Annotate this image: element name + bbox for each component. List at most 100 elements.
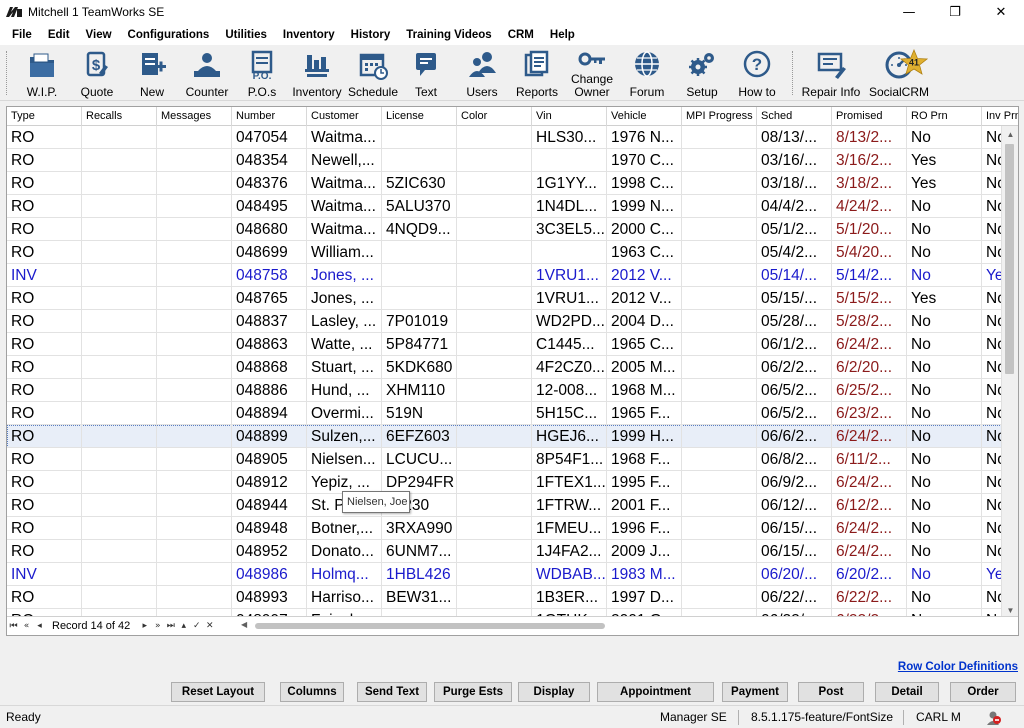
horizontal-scrollbar[interactable]: ◀ <box>241 620 1011 632</box>
user-status-icon[interactable] <box>984 709 1002 727</box>
table-row[interactable]: RO 048354 Newell,... 1970 C... 03/16/... 3/16… <box>7 149 1018 172</box>
toolbar-p-o-s-button[interactable]: P.O. P.O.s <box>241 47 283 99</box>
horizontal-scroll-thumb[interactable] <box>255 623 605 629</box>
cancel-edit-icon[interactable]: ✕ <box>203 621 216 631</box>
menu-configurations[interactable]: Configurations <box>120 29 218 41</box>
menu-help[interactable]: Help <box>542 29 583 41</box>
table-row[interactable]: INV 048986 Holmq... 1HBL426 WDBAB... 1983 M..… <box>7 563 1018 586</box>
menu-training-videos[interactable]: Training Videos <box>398 29 499 41</box>
table-row[interactable]: RO 048837 Lasley, ... 7P01019 WD2PD... 2004 D… <box>7 310 1018 333</box>
menu-view[interactable]: View <box>78 29 120 41</box>
next-page-icon[interactable]: » <box>151 621 164 631</box>
detail-button[interactable]: Detail <box>875 682 939 702</box>
order-button[interactable]: Order <box>950 682 1016 702</box>
table-row[interactable]: RO 048894 Overmi... 519N 5H15C... 1965 F... 06… <box>7 402 1018 425</box>
vertical-scrollbar[interactable]: ▲ ▼ <box>1001 126 1018 618</box>
toolbar-users-button[interactable]: Users <box>462 47 502 99</box>
table-row[interactable]: RO 047054 Waitma... HLS30... 1976 N... 08/13/… <box>7 126 1018 149</box>
toolbar-grip[interactable] <box>792 51 795 95</box>
cell-type: RO <box>7 471 82 494</box>
cell-promised: 3/18/2... <box>832 172 907 195</box>
table-row[interactable]: RO 048886 Hund, ... XHM110 12-008... 1968 M..… <box>7 379 1018 402</box>
table-row[interactable]: RO 048868 Stuart, ... 5KDK680 4F2CZ0... 2005 … <box>7 356 1018 379</box>
scroll-left-icon[interactable]: ◀ <box>241 620 247 629</box>
payment-button[interactable]: Payment <box>722 682 788 702</box>
column-header-inv-prn[interactable]: Inv Prn <box>982 107 1018 126</box>
cell-recalls <box>82 126 157 149</box>
work-order-grid[interactable]: Type Recalls Messages Number Customer License… <box>6 106 1019 636</box>
row-color-definitions-link[interactable]: Row Color Definitions <box>898 661 1018 673</box>
notification-star-icon[interactable]: 41 <box>900 49 928 75</box>
toolbar-counter-button[interactable]: Counter <box>184 47 230 99</box>
column-header-promised[interactable]: Promised <box>832 107 907 126</box>
columns-button[interactable]: Columns <box>280 682 344 702</box>
post-edit-icon[interactable]: ✓ <box>190 621 203 631</box>
restore-button[interactable]: ❐ <box>932 0 978 24</box>
menu-inventory[interactable]: Inventory <box>275 29 343 41</box>
toolbar-schedule-button[interactable]: Schedule <box>347 47 399 99</box>
toolbar-grip[interactable] <box>6 51 9 95</box>
close-button[interactable]: ✕ <box>978 0 1024 24</box>
menu-utilities[interactable]: Utilities <box>217 29 275 41</box>
post-button[interactable]: Post <box>798 682 864 702</box>
prev-record-icon[interactable]: ◂ <box>33 621 46 631</box>
table-row[interactable]: RO 048993 Harriso... BEW31... 1B3ER... 1997 D… <box>7 586 1018 609</box>
column-header-license[interactable]: License <box>382 107 457 126</box>
table-row[interactable]: INV 048758 Jones, ... 1VRU1... 2012 V... 05/1… <box>7 264 1018 287</box>
table-row[interactable]: RO 048912 Yepiz, ... DP294FR 1FTEX1... 1995 F… <box>7 471 1018 494</box>
column-header-messages[interactable]: Messages <box>157 107 232 126</box>
minimize-button[interactable]: — <box>886 0 932 24</box>
menu-history[interactable]: History <box>343 29 399 41</box>
insert-record-icon[interactable]: ▴ <box>177 621 190 631</box>
display-button[interactable]: Display <box>518 682 590 702</box>
next-record-icon[interactable]: ▸ <box>138 621 151 631</box>
column-header-vin[interactable]: Vin <box>532 107 607 126</box>
calendar-icon <box>359 53 388 80</box>
cell-promised: 6/11/2... <box>832 448 907 471</box>
toolbar-reports-button[interactable]: Reports <box>515 47 559 99</box>
toolbar-inventory-button[interactable]: Inventory <box>292 47 342 99</box>
vertical-scroll-thumb[interactable] <box>1005 144 1014 374</box>
column-header-number[interactable]: Number <box>232 107 307 126</box>
table-row[interactable]: RO 048905 Nielsen... LCUCU... 8P54F1... 1968 … <box>7 448 1018 471</box>
column-header-mpi-progress[interactable]: MPI Progress <box>682 107 757 126</box>
toolbar-w-i-p-button[interactable]: W.I.P. <box>21 47 63 99</box>
last-record-icon[interactable]: ⏭ <box>164 621 177 631</box>
column-header-color[interactable]: Color <box>457 107 532 126</box>
table-row[interactable]: RO 048948 Botner,... 3RXA990 1FMEU... 1996 F.… <box>7 517 1018 540</box>
column-header-sched[interactable]: Sched <box>757 107 832 126</box>
column-header-vehicle[interactable]: Vehicle <box>607 107 682 126</box>
scroll-up-icon[interactable]: ▲ <box>1002 126 1018 142</box>
table-row[interactable]: RO 048765 Jones, ... 1VRU1... 2012 V... 05/15… <box>7 287 1018 310</box>
column-header-recalls[interactable]: Recalls <box>82 107 157 126</box>
menu-crm[interactable]: CRM <box>500 29 542 41</box>
purge-ests-button[interactable]: Purge Ests <box>434 682 512 702</box>
toolbar-repair-info-button[interactable]: Repair Info <box>801 47 861 99</box>
column-header-ro-prn[interactable]: RO Prn <box>907 107 982 126</box>
toolbar-forum-button[interactable]: Forum <box>625 47 669 99</box>
table-row[interactable]: RO 048899 Sulzen,... 6EFZ603 HGEJ6... 1999 H.… <box>7 425 1018 448</box>
menu-edit[interactable]: Edit <box>40 29 78 41</box>
table-row[interactable]: RO 048699 William... 1963 C... 05/4/2... 5/4/… <box>7 241 1018 264</box>
send-text-button[interactable]: Send Text <box>357 682 427 702</box>
table-row[interactable]: RO 048863 Watte, ... 5P84771 C1445... 1965 C.… <box>7 333 1018 356</box>
prev-page-icon[interactable]: « <box>20 621 33 631</box>
toolbar-change-owner-button[interactable]: Change Owner <box>568 47 616 99</box>
appointment-button[interactable]: Appointment <box>597 682 714 702</box>
table-row[interactable]: RO 048680 Waitma... 4NQD9... 3C3EL5... 2000 C… <box>7 218 1018 241</box>
menu-file[interactable]: File <box>4 29 40 41</box>
table-row[interactable]: RO 048952 Donato... 6UNM7... 1J4FA2... 2009 J… <box>7 540 1018 563</box>
reset-layout-button[interactable]: Reset Layout <box>171 682 265 702</box>
table-row[interactable]: RO 048495 Waitma... 5ALU370 1N4DL... 1999 N..… <box>7 195 1018 218</box>
column-header-type[interactable]: Type <box>7 107 82 126</box>
table-row[interactable]: RO048944St. P...312301FTRW...2001 F...06… <box>7 494 1018 517</box>
svg-text:P.O.: P.O. <box>253 71 272 81</box>
toolbar-quote-button[interactable]: $ Quote <box>78 47 116 99</box>
toolbar-how-to-button[interactable]: ? How to <box>735 47 779 99</box>
first-record-icon[interactable]: ⏮ <box>7 621 20 631</box>
toolbar-setup-button[interactable]: Setup <box>683 47 721 99</box>
toolbar-new-button[interactable]: New <box>133 47 171 99</box>
toolbar-text-button[interactable]: Text <box>407 47 445 99</box>
table-row[interactable]: RO 048376 Waitma... 5ZIC630 1G1YY... 1998 C..… <box>7 172 1018 195</box>
column-header-customer[interactable]: Customer <box>307 107 382 126</box>
